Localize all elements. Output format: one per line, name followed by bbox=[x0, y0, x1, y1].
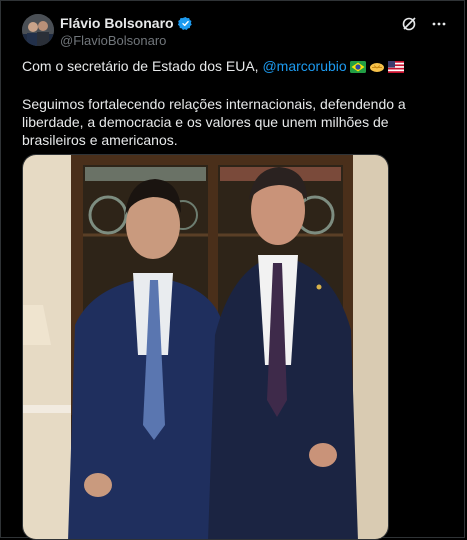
author-names: Flávio Bolsonaro @FlavioBolsonaro bbox=[60, 14, 193, 48]
tweet-line-1: Com o secretário de Estado dos EUA, @mar… bbox=[22, 57, 447, 77]
header-actions bbox=[401, 16, 447, 32]
photo-two-men-in-suits-icon bbox=[23, 155, 388, 539]
tweet-paragraph-2: Seguimos fortalecendo relações internaci… bbox=[22, 96, 406, 148]
avatar[interactable] bbox=[22, 14, 54, 46]
verified-badge-icon bbox=[177, 16, 193, 31]
us-flag-icon bbox=[387, 59, 404, 77]
tweet-text: Com o secretário de Estado dos EUA, @mar… bbox=[22, 57, 447, 149]
mention-link[interactable]: @marcorubio bbox=[262, 58, 346, 74]
brazil-flag-icon bbox=[349, 59, 366, 77]
handshake-icon bbox=[369, 59, 385, 77]
tweet-line-1-text: Com o secretário de Estado dos EUA, bbox=[22, 58, 263, 74]
display-name[interactable]: Flávio Bolsonaro bbox=[60, 15, 174, 31]
grok-icon[interactable] bbox=[401, 16, 417, 32]
post-header: Flávio Bolsonaro @FlavioBolsonaro bbox=[22, 14, 453, 50]
more-icon[interactable] bbox=[431, 16, 447, 32]
post-photo[interactable] bbox=[22, 154, 389, 540]
handle[interactable]: @FlavioBolsonaro bbox=[60, 33, 193, 48]
display-name-row: Flávio Bolsonaro bbox=[60, 14, 193, 32]
